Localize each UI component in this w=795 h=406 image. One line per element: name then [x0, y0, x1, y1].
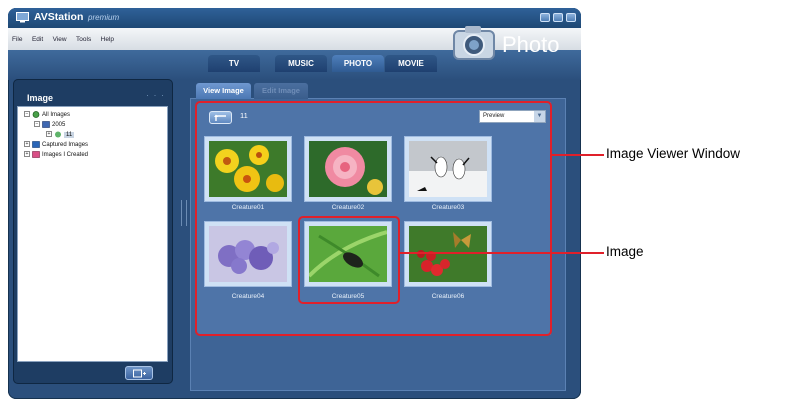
tree-label: Images I Created — [42, 152, 89, 158]
image-highlight — [298, 216, 400, 304]
calendar-icon — [42, 121, 50, 128]
maximize-button[interactable] — [553, 13, 563, 22]
viewer-window-leader-line — [552, 154, 604, 156]
tab-music[interactable]: MUSIC — [275, 55, 327, 72]
minimize-button[interactable] — [540, 13, 550, 22]
add-folder-icon — [133, 369, 146, 378]
menu-help[interactable]: Help — [101, 36, 114, 43]
tree-label: All Images — [42, 112, 71, 118]
tab-movie[interactable]: MOVIE — [385, 55, 437, 72]
image-leader-line — [400, 252, 604, 254]
tab-edit-image[interactable]: Edit Image — [254, 83, 308, 99]
created-images-icon — [32, 151, 40, 158]
menu-tools[interactable]: Tools — [76, 36, 91, 43]
side-panel-title: Image — [27, 93, 54, 103]
collapse-icon[interactable]: − — [34, 121, 40, 128]
close-button[interactable] — [566, 13, 576, 22]
tree-label: Captured Images — [42, 142, 89, 148]
all-images-icon — [32, 111, 40, 118]
tree-label: 2005 — [52, 122, 66, 128]
callout-image-viewer-window: Image Viewer Window — [606, 146, 741, 161]
tree-item-captured-images[interactable]: + Captured Images — [24, 140, 88, 150]
menu-view[interactable]: View — [53, 36, 67, 43]
month-icon — [55, 131, 61, 138]
tree-item-images-i-created[interactable]: + Images I Created — [24, 150, 88, 160]
menu-file[interactable]: File — [12, 36, 22, 43]
app-monitor-icon — [16, 12, 29, 23]
panel-splitter[interactable] — [181, 200, 187, 226]
menu-edit[interactable]: Edit — [32, 36, 43, 43]
app-edition: premium — [88, 13, 120, 22]
collapse-icon[interactable]: − — [24, 111, 30, 118]
photo-mode-title: Photo — [502, 32, 560, 57]
captured-images-icon — [32, 141, 40, 148]
tab-photo[interactable]: PHOTO — [332, 55, 384, 72]
camera-icon — [453, 26, 495, 60]
panel-grip-icon[interactable]: · · · — [146, 90, 165, 100]
tab-tv[interactable]: TV — [208, 55, 260, 72]
expand-icon[interactable]: + — [46, 131, 52, 138]
callout-image: Image — [606, 244, 644, 259]
tree-item-11[interactable]: +11 — [46, 130, 75, 140]
app-title: AVStation — [34, 11, 84, 23]
expand-icon[interactable]: + — [24, 141, 30, 148]
tree-item-all-images[interactable]: − All Images — [24, 110, 70, 120]
tree-label: 11 — [64, 132, 75, 138]
tab-view-image[interactable]: View Image — [196, 83, 251, 99]
tree-item-2005[interactable]: − 2005 — [34, 120, 65, 130]
expand-icon[interactable]: + — [24, 151, 30, 158]
image-side-panel: Image · · · − All Images −2005 +11 + Captu… — [13, 79, 173, 384]
add-folder-button[interactable] — [125, 366, 153, 380]
image-folder-tree: − All Images −2005 +11 + Captured Images +… — [17, 106, 168, 362]
